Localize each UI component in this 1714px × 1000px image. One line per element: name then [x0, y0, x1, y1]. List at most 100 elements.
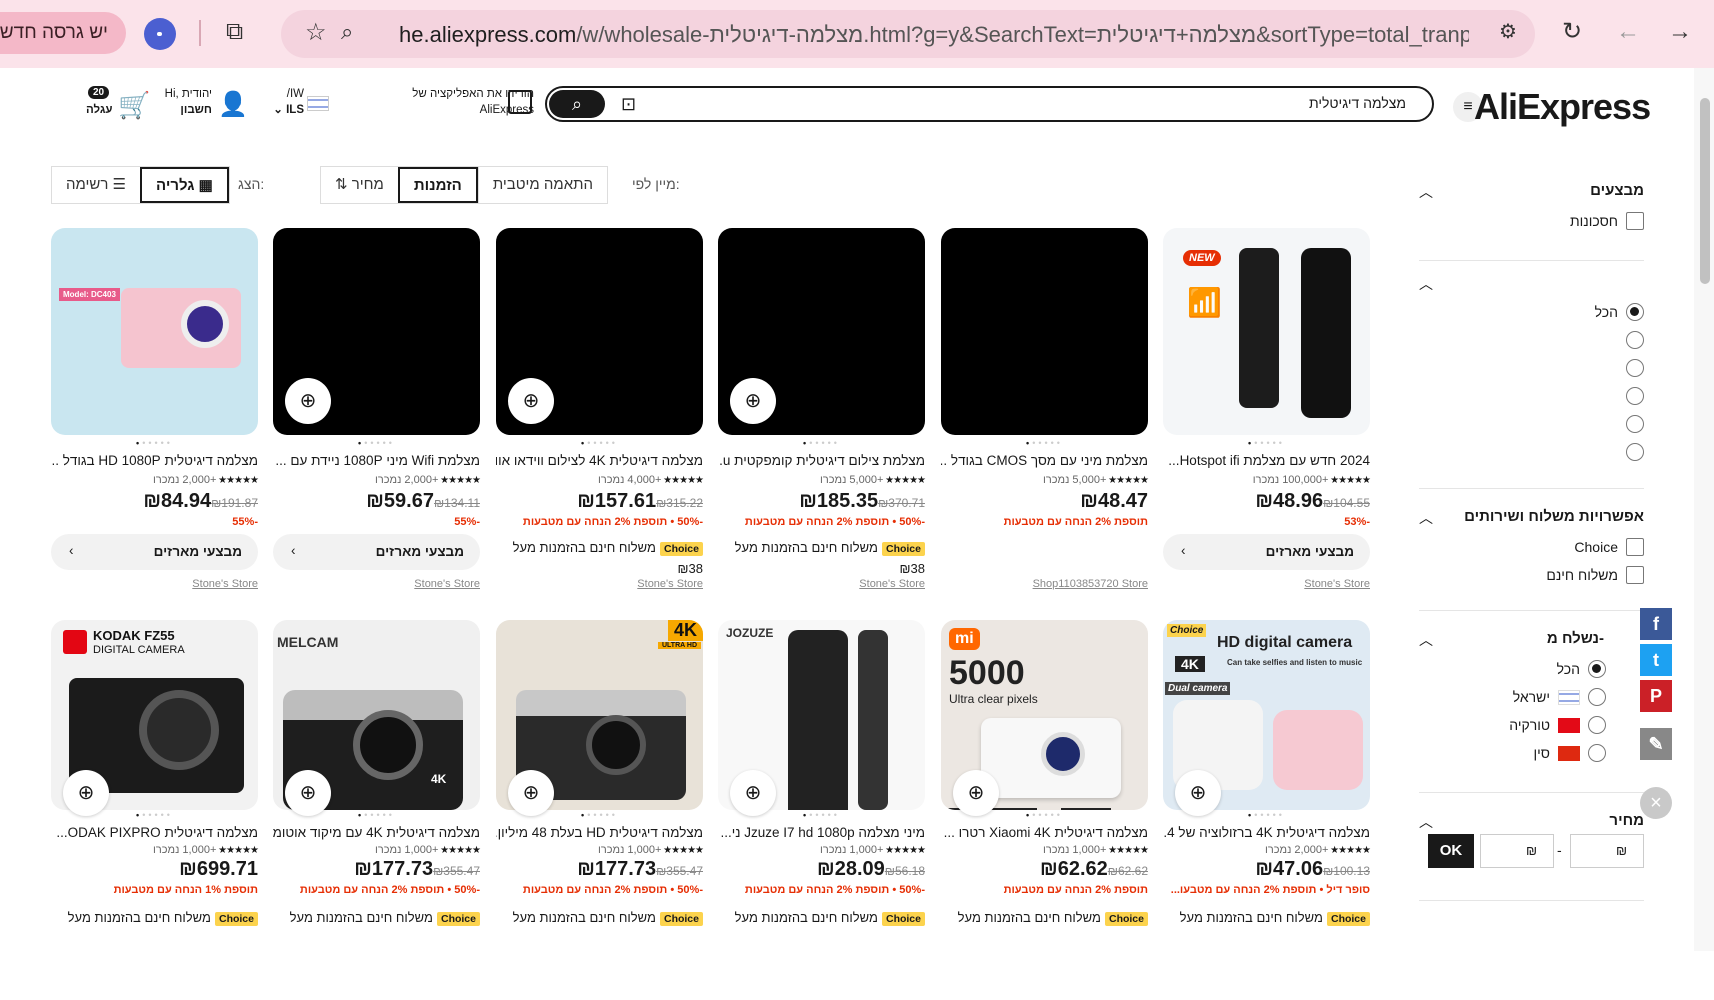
camera-search-icon[interactable]: ⊡ [621, 94, 636, 115]
product-title[interactable]: מצלמת צילום דיגיטלית קומפקטית u... [718, 453, 925, 468]
back-arrow-icon[interactable]: ← [1616, 20, 1640, 44]
view-gallery[interactable]: גלריה ▦ [140, 167, 229, 203]
product-image[interactable]: NEW 📶 [1163, 228, 1370, 435]
price-min-input[interactable]: ₪ [1570, 834, 1644, 868]
product-card[interactable]: ⊕ •••••• מצלמת צילום דיגיטלית קומפקטית u..… [718, 228, 926, 608]
checkbox[interactable] [1626, 538, 1644, 556]
facebook-icon[interactable]: f [1640, 608, 1672, 640]
radio[interactable] [1626, 359, 1644, 377]
add-to-cart-button[interactable]: ⊕ [508, 378, 554, 424]
profile-avatar[interactable] [144, 18, 176, 50]
store-link[interactable]: Stone's Store [637, 578, 703, 590]
product-card[interactable]: JOZUZE ⊕ •••••• מיני מצלמה Jzuze I7 hd 1080… [718, 620, 926, 1000]
chevron-up-icon[interactable]: ︿ [1419, 508, 1433, 528]
store-link[interactable]: Stone's Store [414, 578, 480, 590]
view-list[interactable]: רשימה ☰ [52, 167, 140, 203]
radio[interactable] [1626, 387, 1644, 405]
search-bar[interactable]: ⌕ ⊡ מצלמה דיגיטלית [545, 86, 1434, 122]
search-button[interactable]: ⌕ [549, 90, 605, 118]
chevron-up-icon[interactable]: ︿ [1419, 182, 1433, 202]
update-available-button[interactable]: יש גרסה חדשה [0, 12, 126, 54]
sort-best-match[interactable]: התאמה מיטבית [477, 167, 607, 203]
filter-savings[interactable]: חסכונות [1570, 212, 1644, 230]
language-currency-selector[interactable]: /IW ⌄ ILS [268, 86, 304, 118]
product-title[interactable]: מצלמה דיגיטלית Xiaomi 4K רטרו ... [941, 825, 1148, 840]
radio[interactable] [1588, 716, 1606, 734]
bundle-deals-button[interactable]: מבצעי מארזים ‹ [273, 534, 480, 570]
address-bar[interactable]: ☆ ⌕ he.aliexpress.com/w/wholesale-מצלמה-… [281, 10, 1535, 58]
store-link[interactable]: Stone's Store [1304, 578, 1370, 590]
product-image[interactable] [941, 228, 1148, 435]
ship-from-china[interactable]: סין [1534, 744, 1606, 762]
scrollbar[interactable] [1694, 68, 1714, 951]
price-max-input[interactable]: ₪ [1480, 834, 1554, 868]
search-lens-icon[interactable]: ⌕ [341, 21, 353, 43]
product-title[interactable]: מצלמה דיגיטלית ODAK PIXPRO... [51, 825, 258, 840]
checkbox[interactable] [1626, 566, 1644, 584]
product-card[interactable]: HD digital camera Choice Can take selfies … [1163, 620, 1371, 1000]
sort-price[interactable]: ⇅ מחיר [321, 167, 398, 203]
product-title[interactable]: מצלמה דיגיטלית 4K ברזולוציה של 4... [1163, 825, 1370, 840]
product-title[interactable]: מצלמת מיני עם מסך CMOS בגודל ... [941, 453, 1148, 468]
radio[interactable] [1626, 415, 1644, 433]
ship-from-israel[interactable]: ישראל [1513, 688, 1606, 706]
radio-option[interactable] [1626, 415, 1644, 433]
product-title[interactable]: מיני מצלמה Jzuze I7 hd 1080p ני... [718, 825, 926, 840]
product-card[interactable]: ⊕ •••••• מצלמה דיגיטלית 4K לצילום ווידאו א… [496, 228, 704, 608]
bundle-deals-button[interactable]: מבצעי מארזים ‹ [1163, 534, 1370, 570]
product-card[interactable]: MELCAM 4K ⊕ •••••• מצלמה דיגיטלית 4K עם מיקו… [273, 620, 481, 1000]
product-title[interactable]: מצלמה דיגיטלית 4K עם מיקוד אוטומ... [273, 825, 480, 840]
product-card[interactable]: KODAK FZ55 DIGITAL CAMERA ⊕ •••••• מצלמה דיג… [51, 620, 259, 1000]
ship-from-turkey[interactable]: טורקיה [1509, 716, 1606, 734]
price-ok-button[interactable]: OK [1428, 834, 1474, 868]
product-card[interactable]: ⊕ •••••• מצלמת Wifi מיני 1080P ניידת עם ..… [273, 228, 481, 608]
product-title[interactable]: מצלמת Wifi מיני 1080P ניידת עם ... [273, 453, 480, 468]
account-menu[interactable]: Hi, יהודית חשבון [150, 86, 212, 118]
account-icon[interactable]: 👤 [218, 90, 248, 119]
israel-flag-icon[interactable] [307, 96, 329, 111]
product-card[interactable]: •••••• מצלמת מיני עם מסך CMOS בגודל ... ★★… [941, 228, 1149, 608]
chevron-up-icon[interactable]: ︿ [1419, 812, 1433, 832]
checkbox[interactable] [1626, 212, 1644, 230]
search-input[interactable]: מצלמה דיגיטלית [1309, 95, 1406, 111]
filter-free-shipping[interactable]: משלוח חינם [1546, 566, 1644, 584]
store-link[interactable]: Stone's Store [192, 578, 258, 590]
forward-arrow-icon[interactable]: → [1668, 20, 1692, 44]
radio-all[interactable]: הכל [1595, 303, 1644, 321]
bookmark-star-icon[interactable]: ☆ [305, 21, 327, 45]
radio[interactable] [1588, 688, 1606, 706]
edit-icon[interactable]: ✎ [1640, 728, 1672, 760]
ship-from-all[interactable]: הכל [1557, 660, 1606, 678]
product-title[interactable]: מצלמה דיגיטלית HD 1080P בגודל ... [51, 453, 258, 468]
twitter-icon[interactable]: t [1640, 644, 1672, 676]
radio[interactable] [1588, 660, 1606, 678]
radio-option[interactable] [1626, 331, 1644, 349]
product-card[interactable]: mi5000Ultra clear pixels8x zoom · timed … [941, 620, 1149, 1000]
reload-icon[interactable]: ↻ [1562, 20, 1582, 44]
logo[interactable]: AliExpress [1474, 86, 1651, 128]
store-link[interactable]: Shop1103853720 Store [1033, 578, 1148, 590]
pinterest-icon[interactable]: P [1640, 680, 1672, 712]
product-title[interactable]: מצלמה דיגיטלית HD בעלת 48 מיליון... [496, 825, 703, 840]
product-image[interactable]: Model: DC403 [51, 228, 258, 435]
product-title[interactable]: מצלמה דיגיטלית 4K לצילום ווידאו אוו... [496, 453, 703, 468]
product-title[interactable]: 2024 חדש עם מצלמת Hotspot ifi... [1163, 453, 1370, 468]
add-to-cart-button[interactable]: ⊕ [285, 378, 331, 424]
radio-option[interactable] [1626, 443, 1644, 461]
sort-orders[interactable]: הזמנות [397, 167, 478, 203]
store-link[interactable]: Stone's Store [859, 578, 925, 590]
add-to-cart-button[interactable]: ⊕ [730, 378, 776, 424]
product-card[interactable]: Model: DC403 •••••• מצלמה דיגיטלית HD 1080… [51, 228, 259, 608]
radio-option[interactable] [1626, 359, 1644, 377]
radio-option[interactable] [1626, 387, 1644, 405]
scroll-thumb[interactable] [1700, 98, 1710, 284]
radio[interactable] [1626, 303, 1644, 321]
filter-choice[interactable]: Choice [1574, 538, 1644, 556]
chevron-up-icon[interactable]: ︿ [1419, 274, 1433, 294]
radio[interactable] [1626, 331, 1644, 349]
close-icon[interactable]: × [1640, 787, 1672, 819]
radio[interactable] [1588, 744, 1606, 762]
radio[interactable] [1626, 443, 1644, 461]
app-promo[interactable]: הורידו את האפליקציה של AliExpress [370, 86, 534, 118]
site-settings-icon[interactable]: ⚙ [1499, 22, 1517, 42]
